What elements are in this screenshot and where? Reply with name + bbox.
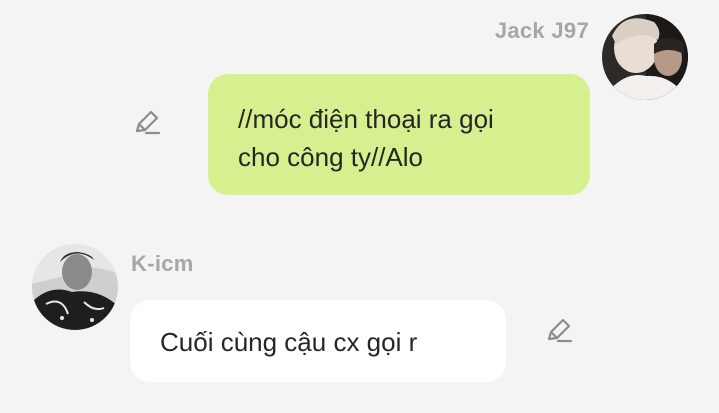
edit-pencil-icon[interactable] [132, 107, 162, 137]
avatar-jack-j97[interactable] [602, 14, 688, 100]
pencil-icon [547, 318, 573, 343]
avatar-photo [602, 14, 688, 100]
avatar-photo [32, 244, 118, 330]
message-text: Cuối cùng cậu cx gọi r [160, 327, 418, 357]
edit-pencil-icon[interactable] [544, 315, 574, 345]
message-text-line-2: cho công ty//Alo [238, 142, 423, 172]
pencil-icon [135, 110, 161, 135]
sender-name-k-icm: K-icm [131, 251, 194, 276]
avatar-k-icm[interactable] [32, 244, 118, 330]
message-text-line-1: //móc điện thoại ra gọi [238, 104, 494, 134]
received-message-bubble[interactable]: Cuối cùng cậu cx gọi r [130, 300, 506, 382]
sent-message-bubble[interactable]: //móc điện thoại ra gọi cho công ty//Alo [208, 74, 590, 195]
sender-name-jack-j97: Jack J97 [494, 18, 589, 43]
